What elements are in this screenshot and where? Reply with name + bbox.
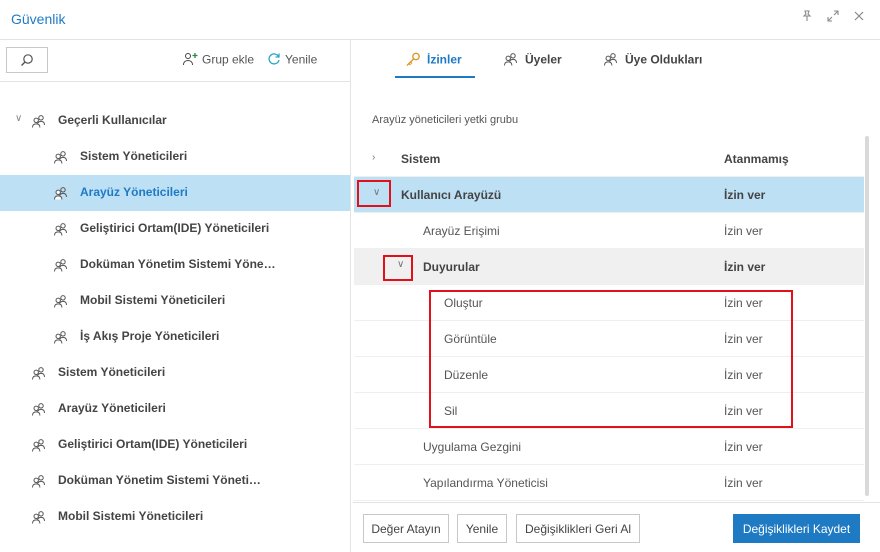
user-group-icon xyxy=(53,294,69,313)
tab-member-of[interactable]: Üye Oldukları xyxy=(603,52,702,69)
tree-item[interactable]: Arayüz Yöneticileri xyxy=(0,175,350,211)
permission-value[interactable]: İzin ver xyxy=(724,224,763,238)
highlight-box-actions xyxy=(429,290,793,428)
tree-item[interactable]: Doküman Yönetim Sistemi Yöneti… xyxy=(0,463,350,499)
grid-row[interactable]: ∨ Kullanıcı Arayüzü İzin ver xyxy=(354,177,864,213)
grid-row[interactable]: Uygulama Gezgini İzin ver xyxy=(354,429,864,465)
user-group-icon xyxy=(31,474,47,493)
active-tab-indicator xyxy=(395,76,475,78)
tree-item-label: Arayüz Yöneticileri xyxy=(80,185,188,199)
permission-value[interactable]: İzin ver xyxy=(724,188,765,202)
highlight-box-expand xyxy=(357,180,391,207)
tree-item[interactable]: Mobil Sistemi Yöneticileri xyxy=(0,283,350,319)
tab-members[interactable]: Üyeler xyxy=(503,52,562,69)
tab-label: İzinler xyxy=(427,52,462,67)
pin-icon[interactable] xyxy=(799,10,815,25)
refresh-tree-button[interactable]: Yenile xyxy=(267,52,317,69)
assign-value-button[interactable]: Değer Atayın xyxy=(363,514,449,543)
user-group-icon xyxy=(31,402,47,421)
tree-item[interactable]: İş Akış Proje Yöneticileri xyxy=(0,319,350,355)
members-icon xyxy=(503,52,519,69)
tree-item-label: Geçerli Kullanıcılar xyxy=(58,113,167,127)
tree-item[interactable]: Sistem Yöneticileri xyxy=(0,139,350,175)
tree-item-label: Arayüz Yöneticileri xyxy=(58,401,166,415)
tab-label: Üyeler xyxy=(525,52,562,67)
permission-name: Kullanıcı Arayüzü xyxy=(401,188,502,202)
user-group-icon xyxy=(53,186,69,205)
revert-changes-button[interactable]: Değişiklikleri Geri Al xyxy=(516,514,640,543)
permission-value[interactable]: İzin ver xyxy=(724,260,765,274)
tree-item-label: Mobil Sistemi Yöneticileri xyxy=(58,509,204,523)
refresh-button[interactable]: Yenile xyxy=(457,514,507,543)
tree-item[interactable]: Arayüz Yöneticileri xyxy=(0,391,350,427)
tab-label: Üye Oldukları xyxy=(625,52,703,67)
action-bar: Değer Atayın Yenile Değişiklikleri Geri … xyxy=(353,502,880,552)
permission-name: Arayüz Erişimi xyxy=(423,224,500,238)
permission-value[interactable]: İzin ver xyxy=(724,440,763,454)
user-group-icon xyxy=(31,510,47,529)
permission-name: Duyurular xyxy=(423,260,480,274)
title-bar: Güvenlik xyxy=(0,0,880,40)
save-changes-button[interactable]: Değişiklikleri Kaydet xyxy=(733,514,860,543)
window-title: Güvenlik xyxy=(11,11,66,27)
group-tree-panel: Grup ekle Yenile ∨ Geçerli Kullanıcılar Si… xyxy=(0,40,351,552)
search-button[interactable] xyxy=(6,47,48,73)
chevron-down-icon[interactable]: ∨ xyxy=(15,113,22,124)
tree-item[interactable]: Mobil Sistemi Yöneticileri xyxy=(0,499,350,535)
add-group-button[interactable]: Grup ekle xyxy=(182,52,254,69)
tree-item-label: Sistem Yöneticileri xyxy=(58,365,166,379)
key-icon xyxy=(405,52,421,69)
user-group-icon xyxy=(31,114,47,133)
permissions-panel: İzinler Üyeler Üye Oldukları Arayüz yöneti… xyxy=(353,40,880,552)
refresh-label: Yenile xyxy=(285,52,318,67)
group-description: Arayüz yöneticileri yetki grubu xyxy=(372,114,519,126)
search-icon xyxy=(21,54,33,66)
column-header-system[interactable]: Sistem xyxy=(401,152,440,166)
close-icon[interactable] xyxy=(851,10,867,25)
grid-row[interactable]: Yapılandırma Yöneticisi İzin ver xyxy=(354,465,864,501)
tree-item-label: Doküman Yönetim Sistemi Yöne… xyxy=(80,257,276,271)
tree-item[interactable]: Sistem Yöneticileri xyxy=(0,355,350,391)
chevron-right-icon[interactable]: › xyxy=(372,152,375,163)
tree-item-label: Geliştirici Ortam(IDE) Yöneticileri xyxy=(80,221,270,235)
permission-name: Uygulama Gezgini xyxy=(423,440,522,454)
tree-item[interactable]: Geliştirici Ortam(IDE) Yöneticileri xyxy=(0,427,350,463)
tree-item-label: Sistem Yöneticileri xyxy=(80,149,188,163)
permission-name: Yapılandırma Yöneticisi xyxy=(423,476,548,490)
grid-header: › Sistem Atanmamış xyxy=(354,141,864,177)
member-of-icon xyxy=(603,52,619,69)
user-group-icon xyxy=(53,330,69,349)
user-group-icon xyxy=(53,258,69,277)
user-group-icon xyxy=(53,222,69,241)
user-group-icon xyxy=(53,150,69,169)
permission-value[interactable]: İzin ver xyxy=(724,476,763,490)
tree-item[interactable]: Geliştirici Ortam(IDE) Yöneticileri xyxy=(0,211,350,247)
add-group-label: Grup ekle xyxy=(202,52,255,67)
column-header-unassigned[interactable]: Atanmamış xyxy=(724,152,789,166)
grid-row[interactable]: ∨ Duyurular İzin ver xyxy=(354,249,864,285)
tree-item-label: Mobil Sistemi Yöneticileri xyxy=(80,293,226,307)
add-group-icon xyxy=(182,52,198,69)
tree-item-label: İş Akış Proje Yöneticileri xyxy=(80,329,220,343)
refresh-icon xyxy=(267,52,281,69)
user-group-icon xyxy=(31,438,47,457)
maximize-icon[interactable] xyxy=(825,10,841,25)
grid-row[interactable]: Arayüz Erişimi İzin ver xyxy=(354,213,864,249)
user-group-icon xyxy=(31,366,47,385)
tree-item-label: Geliştirici Ortam(IDE) Yöneticileri xyxy=(58,437,248,451)
divider xyxy=(0,81,350,82)
scrollbar[interactable] xyxy=(865,136,869,496)
tree-item-label: Doküman Yönetim Sistemi Yöneti… xyxy=(58,473,261,487)
tree-item[interactable]: Doküman Yönetim Sistemi Yöne… xyxy=(0,247,350,283)
highlight-box-expand-sub xyxy=(383,255,413,281)
tab-permissions[interactable]: İzinler xyxy=(405,52,462,69)
tree-item[interactable]: ∨ Geçerli Kullanıcılar xyxy=(0,103,350,139)
